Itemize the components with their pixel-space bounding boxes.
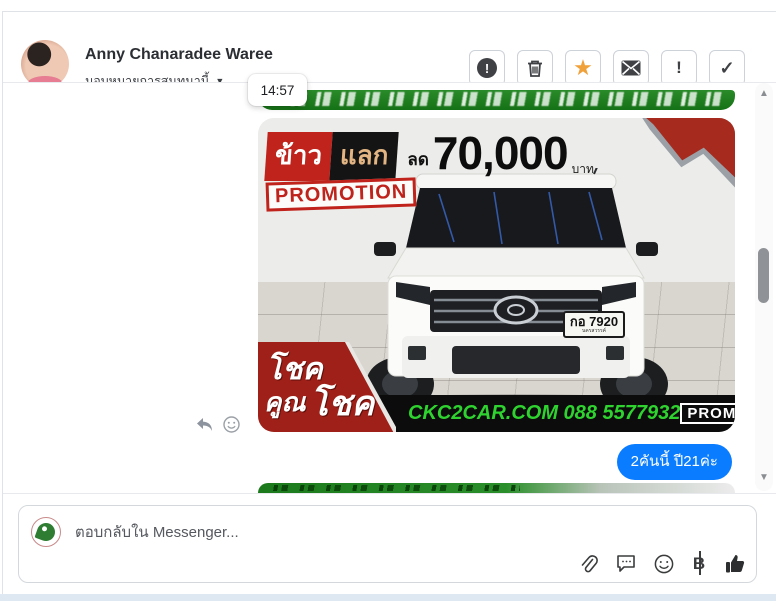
outgoing-message-bubble: 2คันนี้ ปี21ค่ะ [616,444,732,480]
exclamation-icon: ! [676,58,682,77]
scrollbar-thumb[interactable] [758,248,769,303]
star-icon: ★ [573,55,593,80]
page-logo-avatar [31,517,61,547]
check-icon: ✓ [719,57,735,78]
discount-amount: 70,000 [432,127,569,179]
messenger-window: Anny Chanaradee Waree มอบหมายการสนทนานี้… [0,0,776,601]
comment-icon [617,555,635,572]
composer-divider [3,493,776,494]
emoji-react-icon[interactable] [223,416,240,433]
license-plate: กอ 7920 นครสวรรค์ [563,311,625,338]
reply-input[interactable] [75,520,575,544]
reply-icon[interactable] [196,417,213,432]
report-button[interactable]: ! [469,50,505,86]
attachment-button[interactable] [579,554,598,574]
composer-icons: B [579,550,746,575]
star-button[interactable]: ★ [565,50,601,86]
discount-word: ลด [407,150,429,169]
ad-headline: ข้าว แลก ลด 70,000 บาท [264,127,594,181]
next-image-top-edge[interactable] [258,483,735,493]
luck-word-3: โชค [310,385,375,423]
license-plate-number: กอ 7920 [569,313,619,329]
banner-text-marks [288,92,727,106]
like-button[interactable] [724,553,746,574]
payment-button[interactable]: B [692,550,706,575]
conversation-header: Anny Chanaradee Waree มอบหมายการสนทนานี้… [3,12,776,88]
mark-unread-button[interactable] [613,50,649,86]
smiley-icon [654,554,674,573]
promotion-stamp: PROMOTION [265,177,417,212]
luck-word-2: คูณ [264,387,306,417]
currency-label: บาท [571,162,594,176]
car-ad-image[interactable]: กอ 7920 นครสวรรค์ ข้าว แลก ลด 70,000 บาท… [258,118,735,432]
mark-done-button[interactable]: ✓ [709,50,745,86]
composer-box[interactable]: B [18,505,757,583]
delete-button[interactable] [517,50,553,86]
conversation-area: กอ 7920 นครสวรรค์ ข้าว แลก ลด 70,000 บาท… [3,83,776,493]
ad-contact: CKC2CAR.COM 088 5577932 [408,402,681,424]
baht-icon [699,550,701,575]
rice-label: ข้าว [264,132,333,181]
exclamation-circle-icon: ! [477,58,497,78]
luck-badge: โชค คูณ โชค [258,342,396,432]
previous-image-bottom-edge[interactable] [258,90,735,110]
page-logo-graphic [34,520,58,544]
ad-promotion-tag: PROMOTION [680,403,735,424]
avatar[interactable] [21,40,69,88]
exchange-label: แลก [329,132,400,181]
banner-text-marks-2 [268,485,521,491]
header-actions: ! ★ ! ✓ [469,50,745,86]
scrollbar-up-arrow[interactable]: ▲ [757,88,771,99]
contact-name: Anny Chanaradee Waree [85,46,273,63]
ad-footer-bar: CKC2CAR.COM 088 5577932 PROMOTION [370,395,735,432]
flag-important-button[interactable]: ! [661,50,697,86]
timestamp-tooltip: 14:57 [248,74,307,106]
paperclip-icon [581,554,598,572]
license-plate-province: นครสวรรค์ [581,327,607,334]
scrollbar-down-arrow[interactable]: ▼ [757,472,771,483]
emoji-button[interactable] [654,554,674,574]
bottom-section-edge [0,594,776,601]
trash-icon [528,60,542,77]
message-hover-actions [196,416,240,433]
saved-replies-button[interactable] [616,554,636,573]
thumbs-up-icon [726,555,745,573]
envelope-icon [621,60,641,76]
